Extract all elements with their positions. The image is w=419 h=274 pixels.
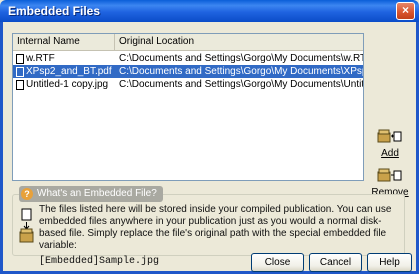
dialog-body: Internal Name Original Location w.RTF C:… bbox=[0, 22, 419, 274]
file-icon bbox=[16, 79, 24, 90]
column-header-internal-name[interactable]: Internal Name bbox=[13, 34, 115, 51]
column-header-original-location[interactable]: Original Location bbox=[115, 34, 363, 51]
list-item-location: C:\Documents and Settings\Gorgo\My Docum… bbox=[119, 66, 363, 77]
embedded-file-icon bbox=[19, 207, 35, 247]
add-file-icon bbox=[377, 128, 403, 144]
window-title: Embedded Files bbox=[8, 4, 101, 18]
help-button[interactable]: Help bbox=[367, 253, 412, 272]
list-item-selected[interactable]: XPsp2_and_BT.pdf C:\Documents and Settin… bbox=[13, 65, 363, 78]
list-rows: w.RTF C:\Documents and Settings\Gorgo\My… bbox=[13, 52, 363, 91]
close-window-button[interactable]: × bbox=[396, 2, 415, 20]
help-box-header: ? What's an Embedded File? bbox=[19, 186, 163, 202]
title-bar[interactable]: Embedded Files × bbox=[0, 0, 419, 22]
remove-file-icon bbox=[377, 167, 403, 183]
question-icon: ? bbox=[21, 188, 33, 200]
list-item-name-cell: w.RTF bbox=[13, 52, 115, 65]
list-item[interactable]: w.RTF C:\Documents and Settings\Gorgo\My… bbox=[13, 52, 363, 65]
list-item-name: Untitled-1 copy.jpg bbox=[26, 79, 109, 90]
help-box-title: What's an Embedded File? bbox=[37, 188, 157, 199]
cancel-button[interactable]: Cancel bbox=[309, 253, 362, 272]
embedded-file-help-box: ? What's an Embedded File? The files lis… bbox=[12, 186, 405, 267]
list-item-location: C:\Documents and Settings\Gorgo\My Docum… bbox=[119, 79, 363, 90]
file-icon bbox=[16, 53, 24, 64]
list-item-name: XPsp2_and_BT.pdf bbox=[26, 66, 112, 77]
list-item-name: w.RTF bbox=[26, 53, 55, 64]
list-item-name-cell: XPsp2_and_BT.pdf bbox=[13, 65, 115, 78]
list-item-location: C:\Documents and Settings\Gorgo\My Docum… bbox=[119, 53, 363, 64]
add-button-label: Add bbox=[381, 148, 399, 159]
list-item-name-cell: Untitled-1 copy.jpg bbox=[13, 78, 115, 91]
help-box-description: The files listed here will be stored ins… bbox=[39, 204, 392, 251]
list-header: Internal Name Original Location bbox=[13, 34, 363, 51]
close-button[interactable]: Close bbox=[251, 253, 304, 272]
list-item[interactable]: Untitled-1 copy.jpg C:\Documents and Set… bbox=[13, 78, 363, 91]
add-button[interactable]: Add bbox=[366, 128, 414, 159]
file-icon bbox=[16, 66, 24, 77]
embedded-files-list[interactable]: Internal Name Original Location w.RTF C:… bbox=[12, 33, 364, 181]
